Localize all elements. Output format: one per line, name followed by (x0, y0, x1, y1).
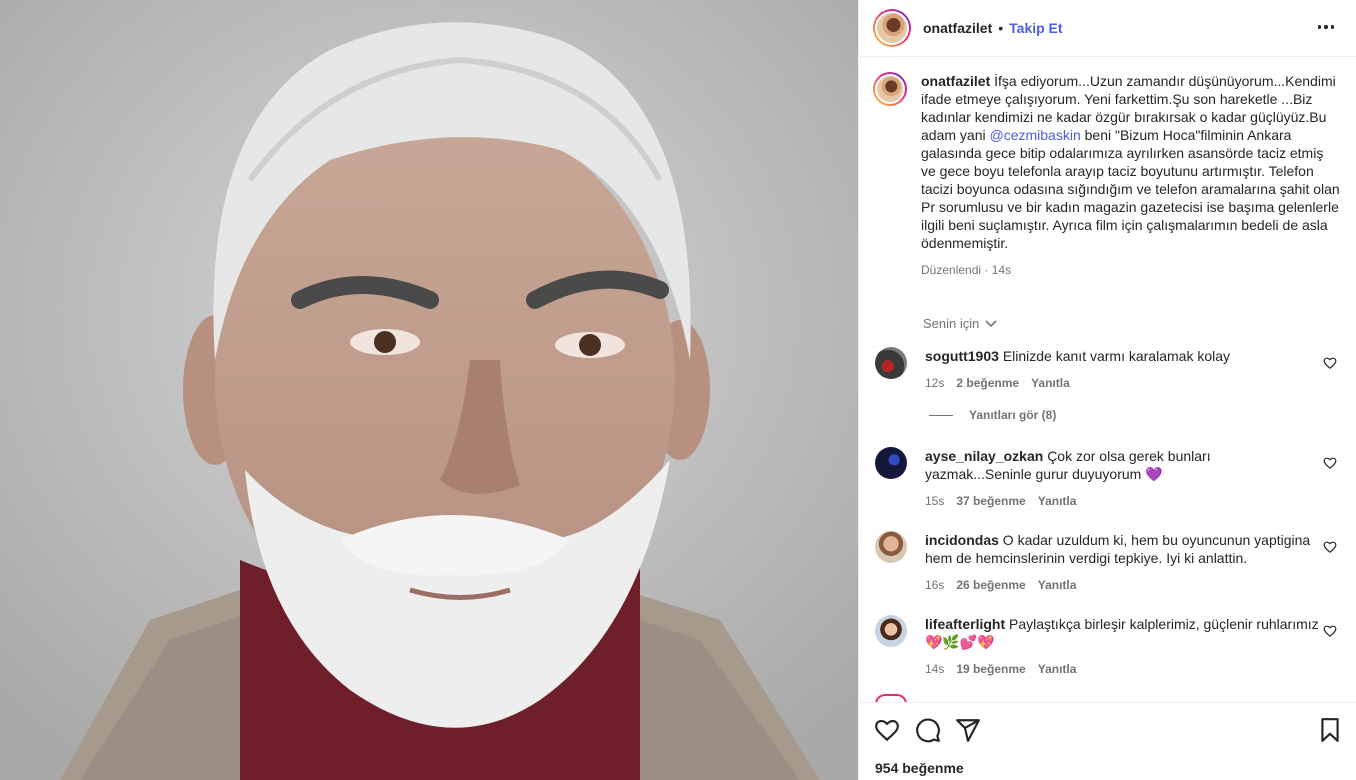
reply-button[interactable]: Yanıtla (1038, 576, 1077, 594)
comment-likes[interactable]: 37 beğenme (956, 492, 1025, 510)
post-image (0, 0, 858, 780)
comment-time[interactable]: 12s (925, 374, 944, 392)
comment-likes[interactable]: 26 beğenme (956, 576, 1025, 594)
replies-divider (929, 414, 953, 416)
post-action-bar: 954 beğenme (859, 702, 1356, 780)
post-details-panel: onatfazilet • Takip Et onatfazilet İfşa … (858, 0, 1356, 780)
caption-author-avatar[interactable] (873, 72, 907, 106)
comment-text: Elinizde kanıt varmı karalamak kolay (1002, 348, 1231, 364)
reply-button[interactable]: Yanıtla (1031, 374, 1070, 392)
comment-filter-label: Senin için (923, 316, 980, 331)
comment-time[interactable]: 16s (925, 576, 944, 594)
commenter-username[interactable]: incidondas (925, 532, 999, 548)
heart-icon[interactable] (1323, 624, 1337, 638)
author-username[interactable]: onatfazilet (923, 20, 992, 36)
commenter-username[interactable]: sogutt1903 (925, 348, 999, 364)
chevron-down-icon (985, 319, 997, 327)
separator-dot: • (998, 20, 1004, 36)
comment-time[interactable]: 15s (925, 492, 944, 510)
heart-icon[interactable] (874, 717, 900, 743)
caption-meta: Düzenlendi · 14s (921, 261, 1341, 279)
post-header: onatfazilet • Takip Et (859, 0, 1356, 57)
heart-icon[interactable] (1323, 540, 1337, 554)
caption-body: onatfazilet İfşa ediyorum...Uzun zamandı… (921, 72, 1341, 279)
comment-item: ayse_nilay_ozkan Çok zor olsa gerek bunl… (875, 447, 1345, 510)
portrait-illustration (0, 0, 858, 780)
meta-dot: · (984, 263, 989, 277)
comment-time[interactable]: 14s (925, 660, 944, 678)
caption-username[interactable]: onatfazilet (921, 73, 990, 89)
author-avatar[interactable] (873, 9, 911, 47)
view-replies-button[interactable]: Yanıtları gör (8) (929, 408, 1056, 422)
comment-item: sogutt1903 Elinizde kanıt varmı karalama… (875, 347, 1345, 392)
comment-item: lifeafterlight Paylaştıkça birleşir kalp… (875, 615, 1345, 678)
heart-icon[interactable] (1323, 456, 1337, 470)
heart-icon[interactable] (1323, 356, 1337, 370)
share-icon[interactable] (955, 717, 981, 743)
commenter-avatar[interactable] (875, 531, 907, 563)
comment-body: ayse_nilay_ozkan Çok zor olsa gerek bunl… (925, 447, 1320, 510)
commenter-username[interactable]: lifeafterlight (925, 616, 1005, 632)
edited-label: Düzenlendi (921, 263, 982, 277)
comment-icon[interactable] (915, 717, 941, 743)
commenter-username[interactable]: ayse_nilay_ozkan (925, 448, 1043, 464)
post-time[interactable]: 14s (992, 263, 1011, 277)
comment-body: sogutt1903 Elinizde kanıt varmı karalama… (925, 347, 1320, 392)
comment-meta: 12s 2 beğenme Yanıtla (925, 374, 1320, 392)
comment-meta: 16s 26 beğenme Yanıtla (925, 576, 1320, 594)
likes-count[interactable]: 954 beğenme (875, 760, 964, 776)
comment-meta: 14s 19 beğenme Yanıtla (925, 660, 1320, 678)
caption-text-suffix: beni "Bizum Hoca"filminin Ankara galasın… (921, 127, 1340, 251)
reply-button[interactable]: Yanıtla (1038, 492, 1077, 510)
reply-button[interactable]: Yanıtla (1038, 660, 1077, 678)
more-options-icon[interactable] (1314, 17, 1338, 37)
caption-mention-link[interactable]: @cezmibaskin (989, 127, 1080, 143)
commenter-avatar[interactable] (875, 615, 907, 647)
follow-button[interactable]: Takip Et (1009, 20, 1062, 36)
instagram-post-view: onatfazilet • Takip Et onatfazilet İfşa … (0, 0, 1356, 780)
comment-likes[interactable]: 2 beğenme (956, 374, 1019, 392)
commenter-avatar[interactable] (875, 347, 907, 379)
view-replies-label: Yanıtları gör (8) (969, 408, 1057, 422)
comment-likes[interactable]: 19 beğenme (956, 660, 1025, 678)
post-caption: onatfazilet İfşa ediyorum...Uzun zamandı… (873, 72, 1343, 279)
comment-body: lifeafterlight Paylaştıkça birleşir kalp… (925, 615, 1320, 678)
comment-filter-dropdown[interactable]: Senin için (923, 316, 997, 331)
commenter-avatar[interactable] (875, 447, 907, 479)
bookmark-icon[interactable] (1317, 717, 1343, 743)
comment-body: incidondas O kadar uzuldum ki, hem bu oy… (925, 531, 1320, 594)
comment-item: incidondas O kadar uzuldum ki, hem bu oy… (875, 531, 1345, 594)
comment-meta: 15s 37 beğenme Yanıtla (925, 492, 1320, 510)
